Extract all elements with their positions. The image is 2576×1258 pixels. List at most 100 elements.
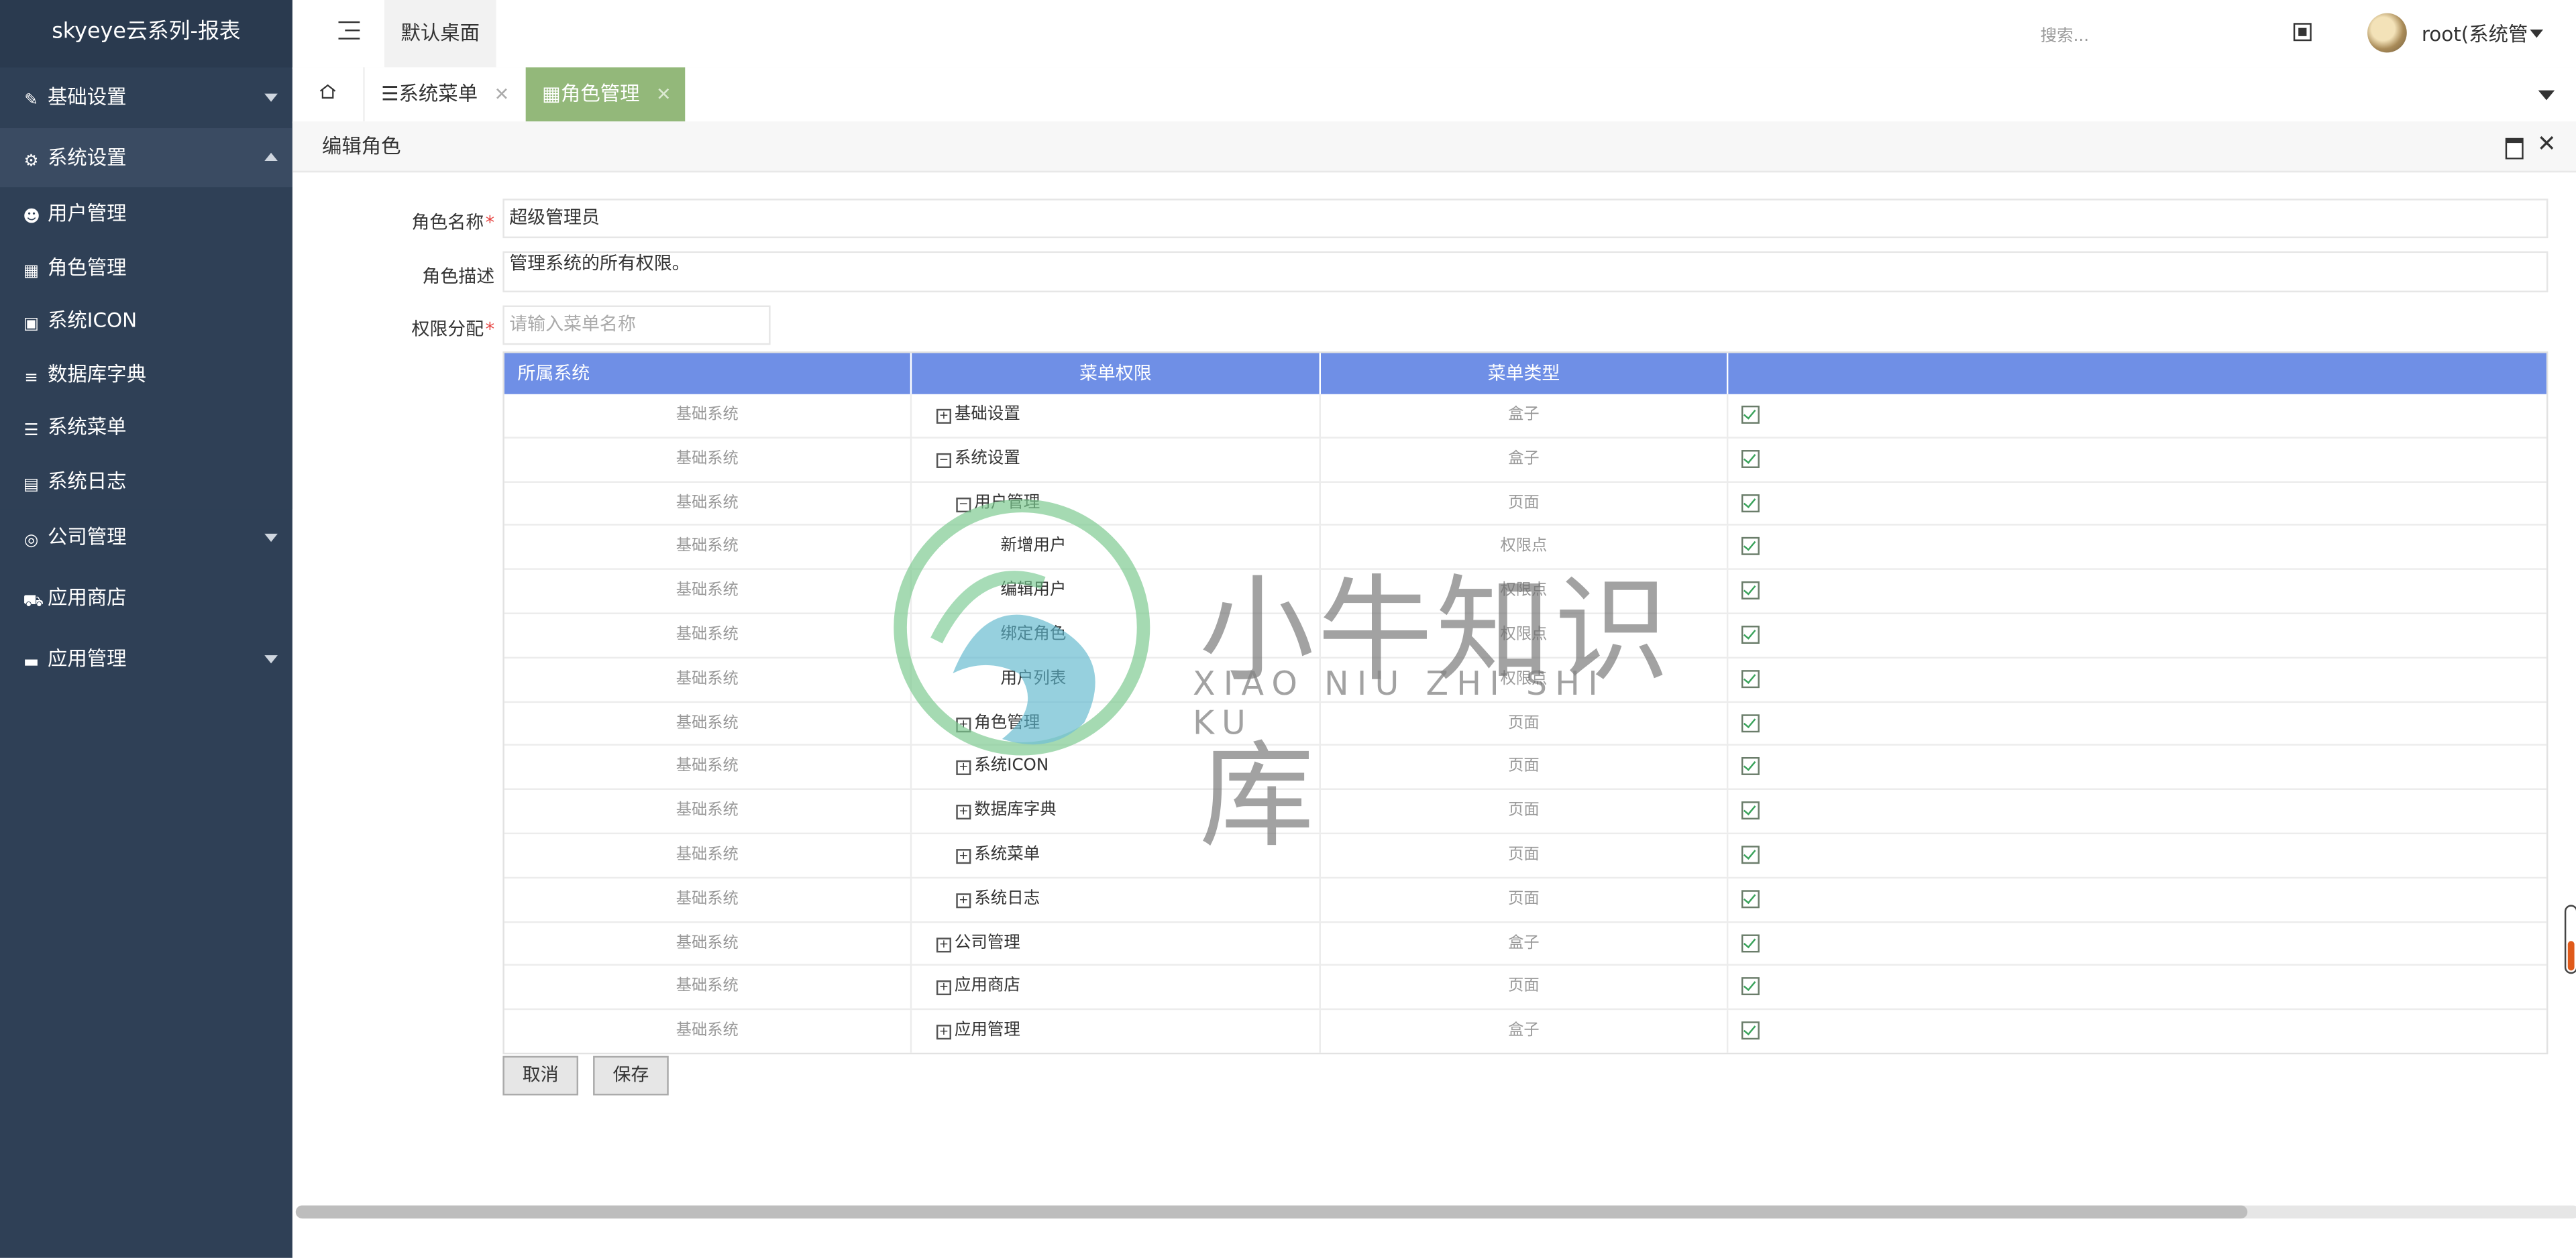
tab-menu-dropdown-icon[interactable] [2538,90,2555,101]
sidebar: skyeye云系列-报表 ✎ 基础设置 ⚙ 系统设置 ☻ 用户管理 ▦ 角色管理 ▣ 系统… [0,0,292,1258]
cell-menu-type: 页面 [1321,702,1729,745]
search-input[interactable]: 搜索... [2041,21,2172,46]
panel-header: 编辑角色 ✕ [292,121,2576,173]
list-icon: ☰ [381,82,399,105]
close-icon[interactable]: ✕ [2537,131,2557,158]
gear-icon: ⚙ [23,152,39,171]
panel-title: 编辑角色 [322,134,401,158]
home-tab[interactable] [292,67,365,122]
role-desc-textarea[interactable]: 管理系统的所有权限。 [502,251,2548,292]
tree-collapse-icon[interactable]: − [956,497,971,512]
cell-menu-type: 权限点 [1321,658,1729,701]
tree-expand-icon[interactable]: + [936,1025,951,1040]
permission-checkbox[interactable] [1741,1021,1760,1040]
sidebar-item-system-icon[interactable]: ▣ 系统ICON [0,294,292,348]
permission-checkbox[interactable] [1741,933,1760,952]
cancel-button[interactable]: 取消 [502,1055,579,1096]
cell-check [1741,659,1774,701]
cell-system: 基础系统 [504,614,912,657]
label-text: 权限分配 [411,319,484,340]
menu-name: 绑定角色 [1000,626,1067,644]
list-icon: ☰ [23,422,39,441]
menu-name: 系统日志 [974,889,1040,908]
sidebar-item-user-management[interactable]: ☻ 用户管理 [0,187,292,241]
avatar[interactable] [2367,13,2407,53]
default-desktop-tab[interactable]: 默认桌面 [384,0,496,68]
tab-label: 系统菜单 [398,82,478,105]
tree-expand-icon[interactable]: + [956,717,971,732]
vertical-scrollbar[interactable] [2564,905,2576,974]
cell-system: 基础系统 [504,482,912,525]
permission-checkbox[interactable] [1741,669,1760,688]
permission-checkbox[interactable] [1741,494,1760,512]
vertical-scrollbar-thumb[interactable] [2567,941,2575,971]
sidebar-group-company[interactable]: ◎ 公司管理 [0,508,292,569]
permission-checkbox[interactable] [1741,978,1760,996]
cell-system: 基础系统 [504,966,912,1009]
cell-check [1741,526,1774,569]
sidebar-group-app-store[interactable]: ⛟ 应用商店 [0,568,292,629]
tree-expand-icon[interactable]: + [936,408,951,424]
sidebar-item-label: 角色管理 [48,255,127,279]
table-row: 基础系统 + 基础设置 盒子 [504,394,2546,439]
cell-menu-type: 页面 [1321,790,1729,834]
sidebar-group-system-settings[interactable]: ⚙ 系统设置 [0,128,292,189]
permission-checkbox[interactable] [1741,801,1760,820]
tree-expand-icon[interactable]: + [936,981,951,996]
edit-role-panel: 编辑角色 ✕ 角色名称 * 超级管理员 角色描述 管理系统的所有权限。 权限分配 *… [292,121,2576,1258]
permission-checkbox[interactable] [1741,581,1760,600]
header-check [1728,353,2546,394]
tree-expand-icon[interactable]: + [956,760,971,776]
tree-expand-icon[interactable]: + [956,893,971,908]
sidebar-group-basic-settings[interactable]: ✎ 基础设置 [0,67,292,128]
menu-search-input[interactable]: 请输入菜单名称 [502,305,771,345]
sidebar-group-label: 基础设置 [48,85,127,109]
sidebar-item-system-log[interactable]: ▤ 系统日志 [0,455,292,508]
cell-menu: + 公司管理 [912,922,1321,966]
fullscreen-icon[interactable] [2293,23,2312,42]
tab-role-management[interactable]: ▦角色管理 ✕ [525,67,685,122]
close-icon[interactable]: ✕ [656,84,672,105]
tree-collapse-icon[interactable]: − [936,453,951,468]
permission-checkbox[interactable] [1741,757,1760,776]
permission-checkbox[interactable] [1741,449,1760,468]
required-mark: * [485,211,495,233]
tab-system-menu[interactable]: ☰系统菜单 ✕ [365,67,523,121]
table-row: 基础系统 用户列表 权限点 [504,658,2546,703]
perm-label: 权限分配 * [338,315,494,341]
cell-system: 基础系统 [504,438,912,481]
maximize-icon[interactable] [2505,137,2524,160]
chevron-down-icon[interactable] [2530,30,2544,38]
permission-checkbox[interactable] [1741,405,1760,424]
sidebar-item-system-menu[interactable]: ☰ 系统菜单 [0,401,292,455]
cell-menu-type: 页面 [1321,966,1729,1009]
sidebar-group-label: 公司管理 [48,525,127,549]
save-button[interactable]: 保存 [593,1055,669,1096]
tab-label: 角色管理 [560,82,640,105]
sidebar-item-db-dictionary[interactable]: ≡ 数据库字典 [0,348,292,402]
permission-checkbox[interactable] [1741,537,1760,556]
menu-toggle-icon[interactable] [338,21,360,40]
table-row: 基础系统 + 应用管理 盒子 [504,1010,2546,1053]
permission-checkbox[interactable] [1741,889,1760,908]
tree-expand-icon[interactable]: + [956,805,971,820]
user-name[interactable]: root(系统管理员) [2422,19,2527,48]
chevron-down-icon [264,93,278,102]
permission-checkbox[interactable] [1741,846,1760,864]
cell-system: 基础系统 [504,394,912,437]
sidebar-item-label: 系统菜单 [48,416,127,439]
sidebar-group-app-management[interactable]: ▬ 应用管理 [0,629,292,690]
horizontal-scrollbar-thumb[interactable] [295,1205,2249,1219]
cell-check [1741,438,1774,481]
tree-expand-icon[interactable]: + [936,937,951,952]
cell-check [1741,702,1774,745]
close-icon[interactable]: ✕ [494,84,510,105]
horizontal-scrollbar[interactable] [295,1205,2576,1219]
home-icon [319,84,336,99]
role-name-input[interactable]: 超级管理员 [502,198,2548,239]
permission-checkbox[interactable] [1741,626,1760,644]
tree-expand-icon[interactable]: + [956,849,971,864]
menu-name: 新增用户 [1000,537,1067,556]
sidebar-item-role-management[interactable]: ▦ 角色管理 [0,241,292,294]
permission-checkbox[interactable] [1741,713,1760,732]
